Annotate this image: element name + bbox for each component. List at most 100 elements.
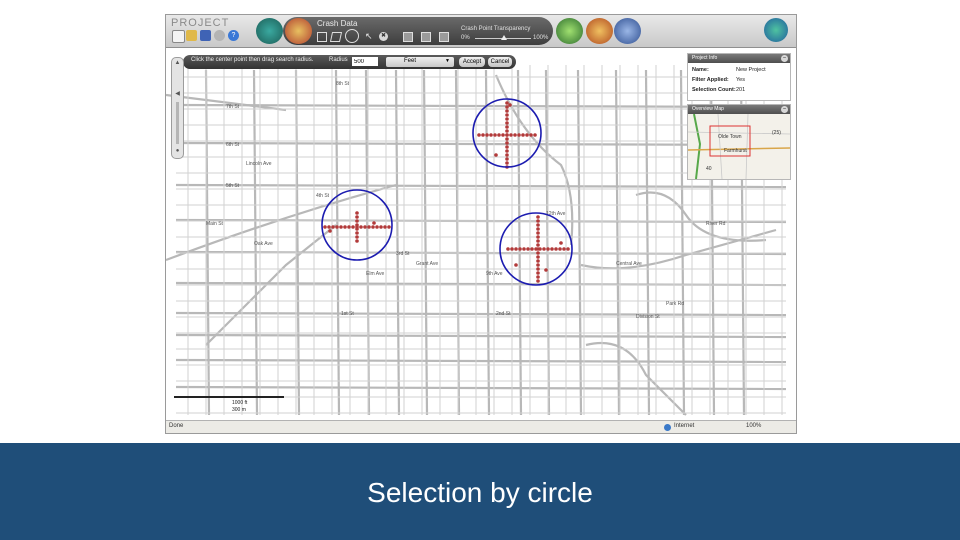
grid-icon[interactable] xyxy=(439,32,449,42)
crash-point[interactable] xyxy=(536,247,540,251)
crash-point[interactable] xyxy=(505,101,509,105)
accept-button[interactable]: Accept xyxy=(459,57,485,67)
crash-point[interactable] xyxy=(536,215,540,219)
crash-point[interactable] xyxy=(509,133,513,137)
crash-point[interactable] xyxy=(505,153,509,157)
radius-input[interactable] xyxy=(352,57,378,66)
crash-point[interactable] xyxy=(355,235,359,239)
crash-point[interactable] xyxy=(363,225,367,229)
transparency-slider-thumb[interactable] xyxy=(501,35,507,40)
crash-point[interactable] xyxy=(505,129,509,133)
save-icon[interactable] xyxy=(200,30,211,41)
crash-point[interactable] xyxy=(497,133,501,137)
crash-point[interactable] xyxy=(536,235,540,239)
crash-point[interactable] xyxy=(347,225,351,229)
crash-data-icon[interactable] xyxy=(285,18,312,44)
crash-point[interactable] xyxy=(536,275,540,279)
crash-point[interactable] xyxy=(493,133,497,137)
crash-point[interactable] xyxy=(542,247,546,251)
crash-point[interactable] xyxy=(372,221,376,225)
crash-point[interactable] xyxy=(559,241,563,245)
crash-point[interactable] xyxy=(536,231,540,235)
table-icon[interactable] xyxy=(403,32,413,42)
cancel-button[interactable]: Cancel xyxy=(488,57,512,67)
crash-point[interactable] xyxy=(339,225,343,229)
crash-point[interactable] xyxy=(536,251,540,255)
crash-point[interactable] xyxy=(533,133,537,137)
settings-icon[interactable] xyxy=(214,30,225,41)
crash-point[interactable] xyxy=(510,247,514,251)
crash-point[interactable] xyxy=(494,153,498,157)
crash-point[interactable] xyxy=(550,247,554,251)
crash-point[interactable] xyxy=(521,133,525,137)
crash-point[interactable] xyxy=(505,105,509,109)
zoom-out-icon[interactable]: ● xyxy=(172,148,183,154)
minimize-icon[interactable]: – xyxy=(781,55,788,62)
pan-left-icon[interactable]: ◀ xyxy=(172,90,183,97)
crash-point[interactable] xyxy=(505,117,509,121)
crash-point[interactable] xyxy=(331,225,335,229)
crash-point[interactable] xyxy=(485,133,489,137)
new-icon[interactable] xyxy=(172,30,185,43)
crash-point[interactable] xyxy=(518,247,522,251)
rectangle-select-icon[interactable] xyxy=(317,32,327,42)
crash-point[interactable] xyxy=(375,225,379,229)
crash-point[interactable] xyxy=(536,259,540,263)
crash-point[interactable] xyxy=(536,239,540,243)
calculator-icon[interactable] xyxy=(614,18,641,44)
crash-point[interactable] xyxy=(355,219,359,223)
crash-point[interactable] xyxy=(536,267,540,271)
crash-point[interactable] xyxy=(505,149,509,153)
crash-point[interactable] xyxy=(327,225,331,229)
crash-point[interactable] xyxy=(505,137,509,141)
crash-point[interactable] xyxy=(379,225,383,229)
crash-point[interactable] xyxy=(367,225,371,229)
crash-point[interactable] xyxy=(505,113,509,117)
crash-point[interactable] xyxy=(351,225,355,229)
report-icon[interactable] xyxy=(586,18,613,44)
crash-point[interactable] xyxy=(536,263,540,267)
crash-point[interactable] xyxy=(477,133,481,137)
crash-point[interactable] xyxy=(513,133,517,137)
crash-point[interactable] xyxy=(323,225,327,229)
crash-point[interactable] xyxy=(355,227,359,231)
crash-point[interactable] xyxy=(505,157,509,161)
crash-point[interactable] xyxy=(526,247,530,251)
crash-point[interactable] xyxy=(506,247,510,251)
unit-select[interactable]: Feet ▼ xyxy=(386,57,454,67)
crash-point[interactable] xyxy=(501,133,505,137)
crash-point[interactable] xyxy=(562,247,566,251)
crash-point[interactable] xyxy=(566,247,570,251)
crash-point[interactable] xyxy=(554,247,558,251)
crash-point[interactable] xyxy=(355,231,359,235)
pan-up-icon[interactable]: ▲ xyxy=(172,60,183,66)
crash-point[interactable] xyxy=(544,268,548,272)
crash-point[interactable] xyxy=(536,279,540,283)
crash-point[interactable] xyxy=(335,225,339,229)
crash-point[interactable] xyxy=(505,145,509,149)
crash-point[interactable] xyxy=(505,161,509,165)
minimize-icon[interactable]: – xyxy=(781,106,788,113)
crash-point[interactable] xyxy=(522,247,526,251)
export-icon[interactable] xyxy=(421,32,431,42)
crash-point[interactable] xyxy=(355,211,359,215)
crash-point[interactable] xyxy=(514,247,518,251)
crash-point[interactable] xyxy=(529,133,533,137)
overview-map[interactable]: Olde Town Farmhurst (25) 40 xyxy=(688,114,790,179)
clear-icon[interactable]: ✖ xyxy=(379,32,388,41)
crash-point[interactable] xyxy=(536,243,540,247)
crash-point[interactable] xyxy=(536,255,540,259)
open-icon[interactable] xyxy=(186,30,197,41)
crash-point[interactable] xyxy=(387,225,391,229)
crash-point[interactable] xyxy=(514,263,518,267)
crash-point[interactable] xyxy=(508,103,512,107)
crash-point[interactable] xyxy=(355,215,359,219)
help-icon[interactable]: ? xyxy=(228,30,239,41)
crash-point[interactable] xyxy=(489,133,493,137)
crash-point[interactable] xyxy=(359,225,363,229)
crash-point[interactable] xyxy=(383,225,387,229)
crash-point[interactable] xyxy=(328,229,332,233)
crash-point[interactable] xyxy=(371,225,375,229)
crash-point[interactable] xyxy=(536,271,540,275)
crash-point[interactable] xyxy=(505,133,509,137)
